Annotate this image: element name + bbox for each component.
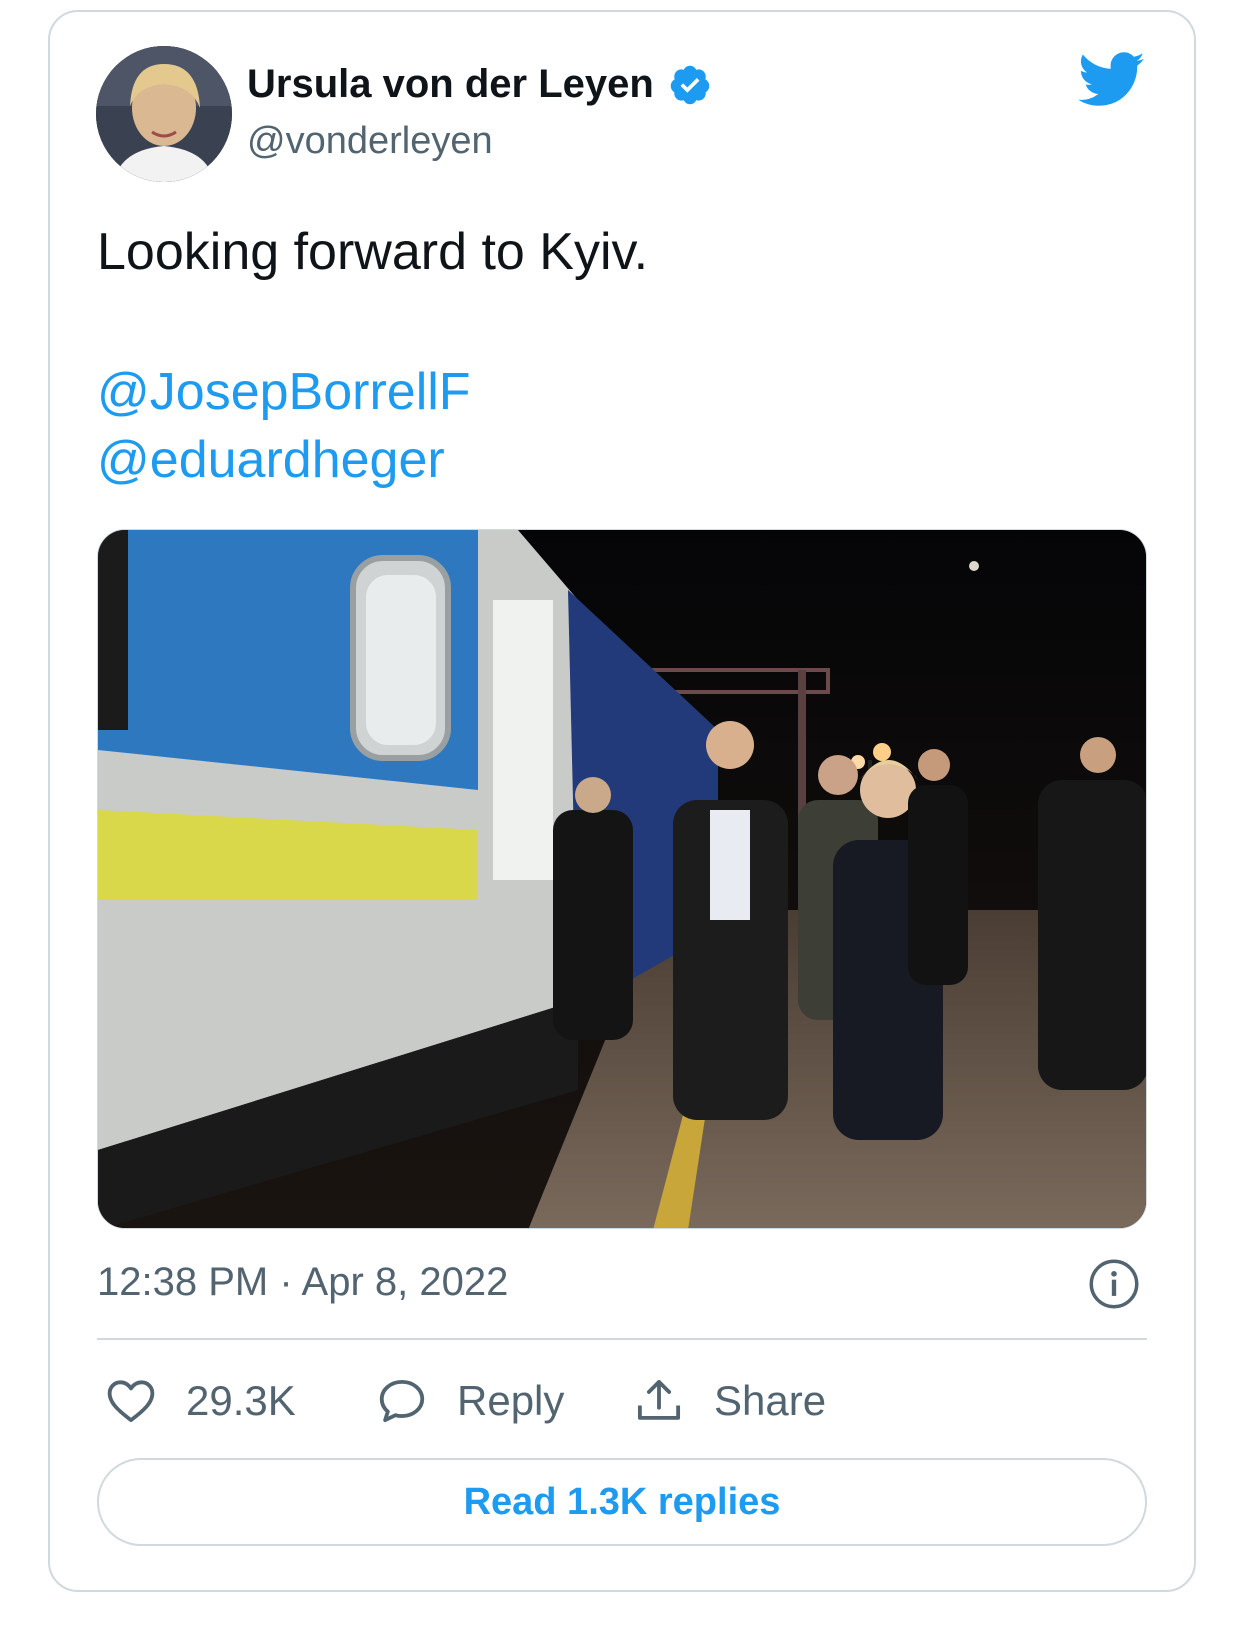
tweet-text: Looking forward to Kyiv. — [97, 223, 649, 281]
share-label: Share — [714, 1377, 827, 1424]
reply-label: Reply — [457, 1377, 565, 1424]
tweet-timestamp[interactable]: 12:38 PM · Apr 8, 2022 — [97, 1260, 508, 1305]
heart-icon — [107, 1380, 155, 1423]
like-count: 29.3K — [186, 1377, 296, 1424]
author-handle[interactable]: @vonderleyen — [247, 120, 493, 163]
mention-link[interactable]: @eduardheger — [97, 430, 445, 490]
read-replies-label: Read 1.3K replies — [463, 1480, 781, 1523]
reply-bubble-icon — [379, 1379, 425, 1423]
author-name[interactable]: Ursula von der Leyen — [247, 62, 712, 107]
share-upload-icon — [637, 1379, 681, 1420]
avatar[interactable] — [96, 46, 232, 182]
tweet-photo[interactable] — [97, 529, 1147, 1229]
mention-link[interactable]: @JosepBorrellF — [97, 362, 471, 422]
share-button[interactable]: Share — [632, 1374, 826, 1428]
reply-button[interactable]: Reply — [375, 1374, 564, 1428]
author-name-text: Ursula von der Leyen — [247, 62, 654, 106]
twitter-bird-icon[interactable] — [1078, 52, 1146, 108]
divider — [97, 1338, 1147, 1340]
verified-badge-icon — [670, 65, 710, 104]
info-icon[interactable] — [1088, 1258, 1140, 1310]
like-button[interactable]: 29.3K — [104, 1374, 296, 1428]
read-replies-button[interactable]: Read 1.3K replies — [97, 1458, 1147, 1546]
